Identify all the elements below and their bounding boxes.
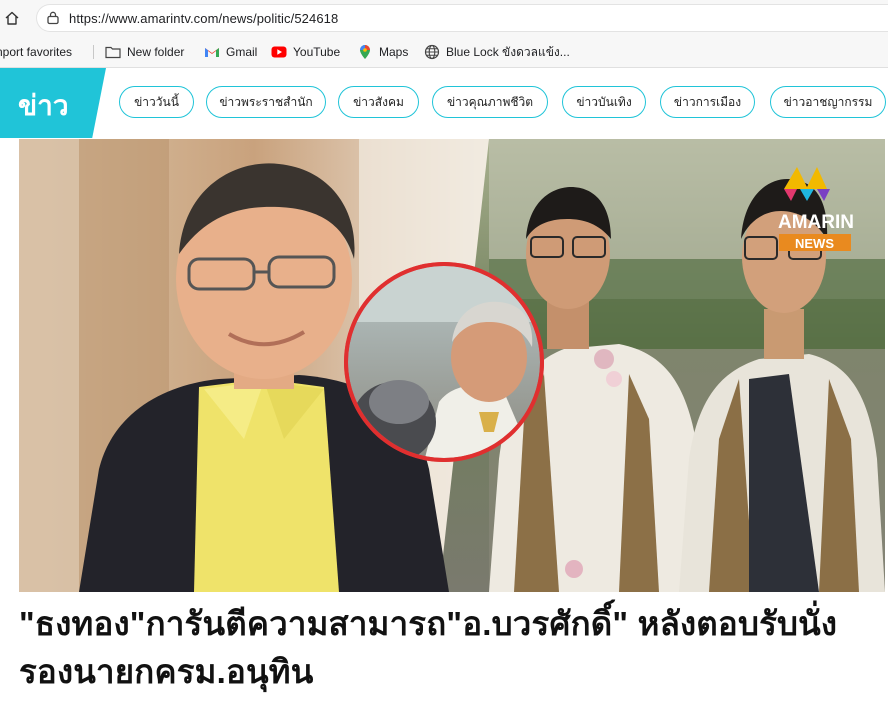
maps-icon — [357, 44, 373, 60]
globe-icon — [424, 44, 440, 60]
amarin-news-badge-text: NEWS — [795, 236, 834, 251]
site-info-icon[interactable] — [45, 10, 61, 26]
bookmark-label: New folder — [127, 45, 185, 59]
bookmarks-separator — [93, 45, 94, 59]
bookmarks-bar: nport favorites New folder Gmail YouTube… — [0, 36, 888, 68]
home-button[interactable] — [2, 8, 22, 28]
bookmark-label: Blue Lock ขังดวลแข้ง... — [446, 44, 570, 59]
url-text: https://www.amarintv.com/news/politic/52… — [69, 11, 339, 26]
bookmark-label: YouTube — [293, 45, 341, 59]
folder-icon — [105, 44, 121, 60]
bookmark-blue-lock[interactable]: Blue Lock ขังดวลแข้ง... — [424, 43, 570, 61]
nav-pill-today[interactable]: ข่าววันนี้ — [119, 86, 194, 118]
brand-label: ข่าว — [18, 90, 69, 121]
amarin-logo-text: AMARIN — [778, 212, 854, 233]
bookmark-new-folder[interactable]: New folder — [105, 43, 184, 61]
site-brand[interactable]: ข่าว — [0, 68, 106, 138]
bookmark-maps[interactable]: Maps — [357, 43, 408, 61]
youtube-icon — [271, 44, 287, 60]
nav-pill-entertainment[interactable]: ข่าวบันเทิง — [562, 86, 646, 118]
nav-pill-quality-of-life[interactable]: ข่าวคุณภาพชีวิต — [432, 86, 548, 118]
nav-pill-crime[interactable]: ข่าวอาชญากรรม — [770, 86, 886, 118]
bookmark-label: nport favorites — [0, 45, 73, 59]
gmail-icon — [204, 44, 220, 60]
nav-pill-royal[interactable]: ข่าวพระราชสำนัก — [206, 86, 326, 118]
bookmark-gmail[interactable]: Gmail — [204, 43, 257, 61]
bookmark-label: Gmail — [226, 45, 258, 59]
url-field[interactable]: https://www.amarintv.com/news/politic/52… — [36, 4, 888, 32]
address-bar-row: https://www.amarintv.com/news/politic/52… — [0, 0, 888, 36]
home-icon — [5, 11, 19, 25]
nav-pill-social[interactable]: ข่าวสังคม — [338, 86, 419, 118]
hero-illustration: AMARIN NEWS — [19, 139, 885, 592]
nav-pill-politics[interactable]: ข่าวการเมือง — [660, 86, 755, 118]
bookmark-label: Maps — [379, 45, 409, 59]
bookmark-import-favorites[interactable]: nport favorites — [0, 43, 72, 61]
hero-image: AMARIN NEWS — [19, 139, 885, 592]
site-navigation: ข่าว ข่าววันนี้ ข่าวพระราชสำนัก ข่าวสังค… — [0, 68, 888, 138]
bookmark-youtube[interactable]: YouTube — [271, 43, 340, 61]
article-headline: "ธงทอง"การันตีความสามารถ"อ.บวรศักดิ์" หล… — [19, 605, 838, 690]
